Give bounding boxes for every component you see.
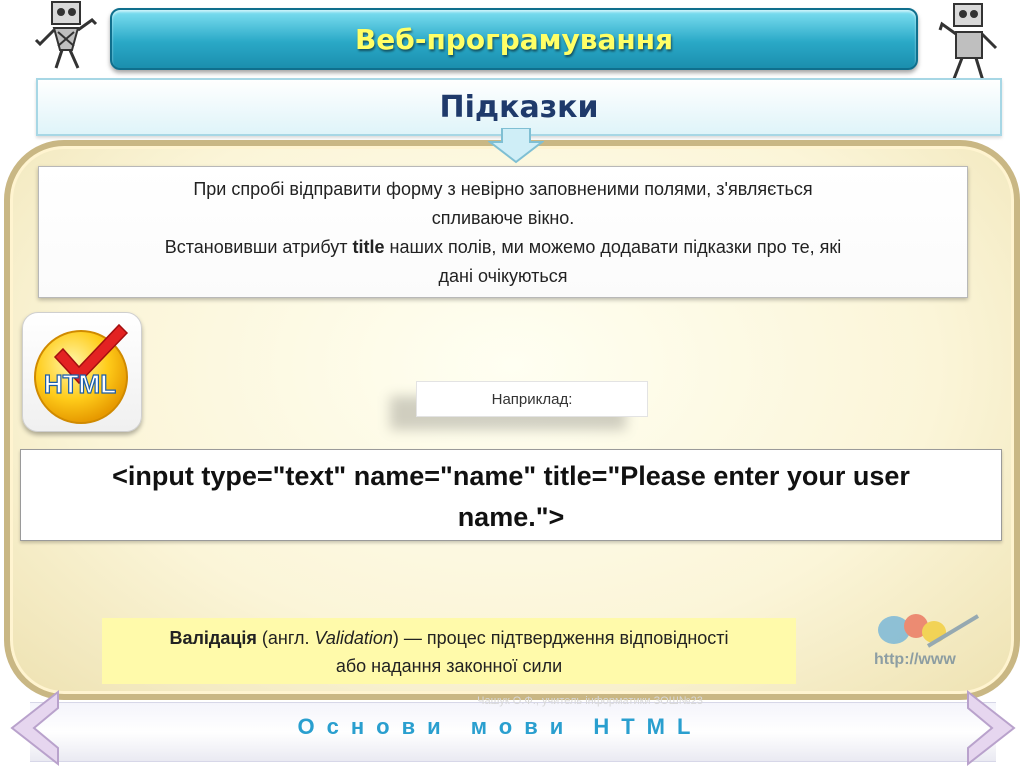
footer-title: Основи мови HTML [297, 714, 703, 739]
author-watermark: Чашук О.Ф., учитель інформатики ЗОШ№23 [477, 695, 703, 707]
code-line: name."> [457, 502, 565, 532]
description-line: дані очікуються [438, 266, 568, 286]
http-decoration-icon: http://www [874, 614, 980, 668]
header-banner: Веб-програмування [110, 8, 918, 70]
description-text: Встановивши атрибут [164, 237, 353, 257]
example-label: Наприклад: [416, 381, 648, 417]
header-title: Веб-програмування [354, 22, 674, 56]
definition-text: ) — процес підтвердження відповідності [392, 628, 729, 648]
robot-icon-left [34, 1, 98, 69]
definition-line: Валідація (англ. Validation) — процес пі… [102, 624, 796, 652]
slide-title: Підказки [439, 89, 599, 125]
html-checkmark-icon: HTML [34, 323, 129, 424]
description-line: спливаюче вікно. [431, 208, 575, 228]
html-logo: HTML [22, 312, 142, 432]
description-line: Встановивши атрибут title наших полів, м… [39, 233, 967, 262]
definition-term-en: Validation [314, 628, 393, 648]
definition-text: (англ. [256, 628, 315, 648]
definition-line: або надання законної сили [335, 656, 563, 676]
http-text: http://www [874, 651, 956, 668]
attribute-name: title [352, 237, 385, 257]
logo-text: HTML [44, 369, 116, 399]
footer-right-arrow-icon [967, 689, 1016, 767]
validation-definition: Валідація (англ. Validation) — процес пі… [102, 618, 796, 684]
description-text: наших полів, ми можемо додавати підказки… [384, 237, 842, 257]
definition-term: Валідація [169, 628, 257, 648]
code-line: <input type="text" name="name" title="Pl… [112, 461, 910, 491]
footer-left-arrow-icon [10, 689, 59, 767]
code-example: <input type="text" name="name" title="Pl… [20, 449, 1002, 541]
description-box: При спробі відправити форму з невірно за… [38, 166, 968, 298]
description-line: При спробі відправити форму з невірно за… [193, 179, 813, 199]
down-arrow-icon [488, 128, 544, 164]
